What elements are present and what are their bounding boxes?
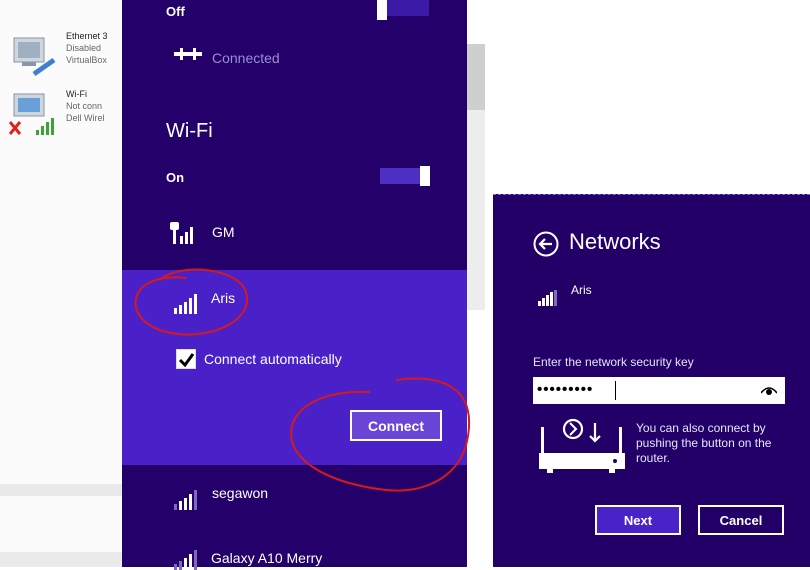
connect-automatically-checkbox[interactable] bbox=[176, 349, 196, 369]
wps-hint-text: You can also connect by pushing the butt… bbox=[636, 421, 772, 465]
cancel-button[interactable]: Cancel bbox=[698, 505, 784, 535]
connect-button[interactable]: Connect bbox=[350, 410, 442, 441]
dialog-title: Networks bbox=[569, 229, 661, 254]
connect-automatically-label: Connect automatically bbox=[204, 351, 342, 367]
next-button[interactable]: Next bbox=[595, 505, 681, 535]
wifi-toggle[interactable] bbox=[380, 166, 430, 186]
airplane-mode-toggle-label: Off bbox=[166, 4, 185, 19]
security-key-input[interactable]: ••••••••• bbox=[533, 377, 785, 404]
network-name: GM bbox=[212, 224, 235, 240]
adapter-detail: Dell Wirel bbox=[66, 113, 105, 123]
router-wps-icon bbox=[539, 418, 625, 473]
wifi-signal-icon bbox=[174, 294, 197, 314]
network-item-gm[interactable]: GM bbox=[122, 212, 467, 256]
adapter-status: Not conn bbox=[66, 101, 103, 111]
wifi-toggle-label: On bbox=[166, 170, 185, 185]
divider bbox=[0, 552, 122, 567]
network-name: Aris bbox=[571, 283, 592, 297]
network-item-galaxy[interactable]: Galaxy A10 Merry bbox=[122, 536, 467, 570]
adapter-name: Ethernet 3 bbox=[66, 31, 108, 41]
security-key-label: Enter the network security key bbox=[533, 355, 694, 369]
adapter-name: Wi-Fi bbox=[66, 89, 87, 99]
secured-wifi-signal-icon bbox=[170, 222, 193, 244]
network-name: Galaxy A10 Merry bbox=[211, 550, 323, 566]
security-key-value: ••••••••• bbox=[537, 381, 594, 398]
adapter-wifi[interactable]: Wi-Fi Not conn Dell Wirel bbox=[8, 88, 122, 140]
wifi-signal-icon bbox=[538, 290, 557, 306]
adapter-ethernet[interactable]: Ethernet 3 Disabled VirtualBox bbox=[8, 30, 122, 82]
scrollbar-thumb[interactable] bbox=[467, 44, 485, 110]
ethernet-icon bbox=[174, 48, 202, 60]
text-caret bbox=[615, 381, 616, 400]
ethernet-adapter-icon bbox=[13, 37, 56, 77]
wifi-signal-icon bbox=[174, 490, 197, 510]
reveal-password-icon[interactable] bbox=[761, 385, 777, 396]
adapter-detail: VirtualBox bbox=[66, 55, 107, 65]
airplane-mode-toggle[interactable] bbox=[377, 0, 429, 20]
divider bbox=[0, 484, 122, 496]
back-arrow-icon[interactable] bbox=[533, 231, 559, 257]
wifi-heading: Wi-Fi bbox=[166, 120, 213, 142]
ethernet-status: Connected bbox=[212, 50, 280, 66]
network-connections-window: Ethernet 3 Disabled VirtualBox Wi-Fi Not… bbox=[0, 0, 122, 567]
checkmark-icon bbox=[178, 353, 195, 368]
network-name: segawon bbox=[212, 485, 269, 501]
network-name: Aris bbox=[211, 290, 236, 306]
wifi-adapter-icon bbox=[8, 93, 54, 135]
adapter-status: Disabled bbox=[66, 43, 102, 53]
network-security-key-dialog: Networks Aris Enter the network security… bbox=[493, 194, 810, 567]
network-flyout: Off Connected Wi-Fi On GM Aris Connect a… bbox=[122, 0, 467, 570]
scrollbar-track[interactable] bbox=[467, 110, 485, 310]
network-item-segawon[interactable]: segawon bbox=[122, 474, 467, 518]
